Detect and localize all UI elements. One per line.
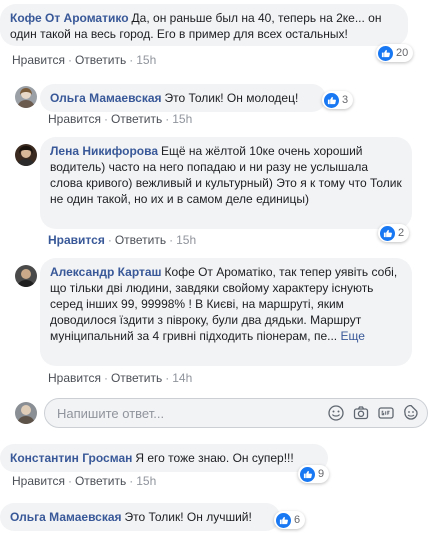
see-more-link[interactable]: Еще bbox=[340, 329, 364, 343]
separator: · bbox=[129, 474, 134, 488]
reply-link[interactable]: Ответить bbox=[75, 53, 126, 67]
camera-icon[interactable] bbox=[353, 405, 369, 421]
like-reaction-icon bbox=[324, 92, 339, 108]
like-link[interactable]: Нравится bbox=[12, 474, 65, 488]
comment-author[interactable]: Лена Никифорова bbox=[50, 144, 158, 158]
comment-bubble: Ольга Мамаевская Это Толик! Он лучший! bbox=[0, 503, 280, 531]
timestamp[interactable]: 15h bbox=[172, 112, 192, 126]
separator: · bbox=[103, 371, 108, 385]
reaction-count[interactable]: 9 bbox=[298, 465, 330, 483]
comment-actions: Нравится · Ответить · 15h bbox=[48, 233, 196, 247]
reaction-number: 20 bbox=[396, 47, 409, 59]
reply-icons bbox=[328, 404, 419, 421]
reaction-count[interactable]: 20 bbox=[376, 44, 414, 62]
like-link[interactable]: Нравится bbox=[48, 371, 101, 385]
avatar[interactable] bbox=[15, 86, 37, 108]
separator: · bbox=[67, 53, 72, 67]
comment-bubble: Александр Карташ Кофе От Ароматіко, так т… bbox=[40, 258, 412, 366]
reaction-number: 9 bbox=[318, 468, 325, 480]
separator: · bbox=[107, 233, 112, 247]
comment-actions: Нравится · Ответить · 14h bbox=[48, 371, 192, 385]
reply-link[interactable]: Ответить bbox=[75, 474, 126, 488]
reaction-count[interactable]: 6 bbox=[274, 511, 306, 529]
comment-author[interactable]: Кофе От Ароматико bbox=[10, 11, 129, 25]
comment-author[interactable]: Ольга Мамаевская bbox=[10, 510, 122, 524]
separator: · bbox=[169, 233, 174, 247]
timestamp[interactable]: 14h bbox=[172, 371, 192, 385]
comment-author[interactable]: Александр Карташ bbox=[50, 265, 162, 279]
reaction-number: 2 bbox=[398, 227, 405, 239]
comment-bubble: Ольга Мамаевская Это Толик! Он молодец! bbox=[40, 84, 326, 112]
like-link[interactable]: Нравится bbox=[48, 112, 101, 126]
current-user-avatar bbox=[15, 402, 37, 424]
reaction-number: 6 bbox=[294, 514, 301, 526]
avatar[interactable] bbox=[15, 144, 37, 166]
comment-actions: Нравится · Ответить · 15h bbox=[12, 53, 156, 67]
timestamp[interactable]: 15h bbox=[136, 474, 156, 488]
comment-actions: Нравится · Ответить · 15h bbox=[48, 112, 192, 126]
like-link[interactable]: Нравится bbox=[12, 53, 65, 67]
comment-text: Это Толик! Он молодец! bbox=[164, 91, 299, 105]
separator: · bbox=[129, 53, 134, 67]
avatar[interactable] bbox=[15, 265, 37, 287]
like-reaction-icon bbox=[300, 466, 315, 482]
comment-text: Я его тоже знаю. Он супер!!! bbox=[135, 451, 294, 465]
reaction-number: 3 bbox=[342, 94, 349, 106]
comment-bubble: Кофе От Ароматико Да, он раньше был на 40… bbox=[0, 4, 408, 46]
separator: · bbox=[165, 371, 170, 385]
reaction-count[interactable]: 2 bbox=[378, 224, 410, 242]
like-reaction-icon bbox=[380, 225, 395, 241]
reply-link[interactable]: Ответить bbox=[115, 233, 166, 247]
reply-link[interactable]: Ответить bbox=[111, 112, 162, 126]
comment-actions: Нравится · Ответить · 15h bbox=[12, 474, 156, 488]
separator: · bbox=[67, 474, 72, 488]
separator: · bbox=[165, 112, 170, 126]
reply-link[interactable]: Ответить bbox=[111, 371, 162, 385]
reply-input[interactable]: Напишите ответ... bbox=[44, 398, 428, 428]
timestamp[interactable]: 15h bbox=[176, 233, 196, 247]
separator: · bbox=[103, 112, 108, 126]
like-reaction-icon bbox=[378, 45, 393, 61]
like-reaction-icon bbox=[276, 512, 291, 528]
comment-author[interactable]: Ольга Мамаевская bbox=[50, 91, 162, 105]
timestamp[interactable]: 15h bbox=[136, 53, 156, 67]
comment-author[interactable]: Константин Гросман bbox=[10, 451, 132, 465]
comment-bubble: Константин Гросман Я его тоже знаю. Он су… bbox=[0, 444, 328, 472]
comment-text: Это Толик! Он лучший! bbox=[124, 510, 252, 524]
emoji-icon[interactable] bbox=[328, 405, 344, 421]
sticker-icon[interactable] bbox=[403, 404, 419, 421]
gif-icon[interactable] bbox=[378, 405, 394, 421]
reply-placeholder: Напишите ответ... bbox=[57, 406, 165, 421]
comment-bubble: Лена Никифорова Ещё на жёлтой 10ке очень … bbox=[40, 137, 412, 229]
like-link[interactable]: Нравится bbox=[48, 233, 105, 247]
reaction-count[interactable]: 3 bbox=[322, 91, 354, 109]
